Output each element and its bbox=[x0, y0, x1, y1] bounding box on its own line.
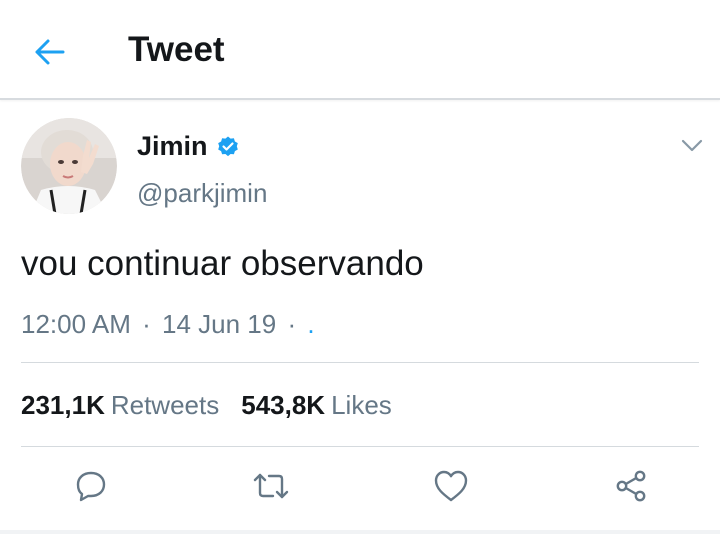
author-name-row[interactable]: Jimin bbox=[137, 131, 240, 162]
meta-separator: · bbox=[142, 309, 151, 339]
tweet-menu-button[interactable] bbox=[680, 136, 704, 156]
retweets-count: 231,1K bbox=[21, 390, 105, 420]
heart-icon bbox=[434, 470, 468, 502]
verified-badge-icon bbox=[217, 136, 238, 156]
like-button[interactable] bbox=[431, 466, 471, 506]
likes-label: Likes bbox=[331, 390, 392, 420]
chevron-down-icon bbox=[681, 139, 703, 152]
arrow-left-icon bbox=[35, 39, 65, 65]
divider bbox=[21, 362, 699, 363]
bottom-divider bbox=[0, 530, 720, 534]
share-button[interactable] bbox=[611, 466, 651, 506]
likes-count: 543,8K bbox=[241, 390, 326, 420]
top-bar: Tweet bbox=[0, 0, 720, 100]
divider bbox=[21, 446, 699, 447]
tweet-stats: 231,1K Retweets 543,8K Likes bbox=[21, 390, 392, 421]
tweet-time: 12:00 AM bbox=[21, 309, 131, 339]
reply-button[interactable] bbox=[71, 466, 111, 506]
avatar-image bbox=[21, 118, 117, 214]
tweet-source-link[interactable]: . bbox=[307, 309, 314, 339]
tweet-date: 14 Jun 19 bbox=[162, 309, 277, 339]
page-title: Tweet bbox=[128, 30, 225, 69]
tweet-meta: 12:00 AM · 14 Jun 19 · . bbox=[21, 309, 315, 340]
back-button[interactable] bbox=[30, 32, 70, 72]
author-display-name[interactable]: Jimin bbox=[137, 131, 208, 162]
retweets-stat[interactable]: 231,1K Retweets bbox=[21, 390, 219, 421]
avatar[interactable] bbox=[21, 118, 117, 214]
likes-stat[interactable]: 543,8K Likes bbox=[241, 390, 392, 421]
share-icon bbox=[616, 470, 646, 502]
author-handle[interactable]: @parkjimin bbox=[137, 178, 267, 209]
retweets-label: Retweets bbox=[110, 390, 220, 420]
action-bar bbox=[0, 466, 720, 510]
meta-separator-2: · bbox=[287, 309, 297, 339]
reply-icon bbox=[76, 471, 106, 502]
retweet-button[interactable] bbox=[251, 466, 291, 506]
retweet-icon bbox=[253, 473, 289, 499]
tweet-text: vou continuar observando bbox=[21, 244, 424, 283]
